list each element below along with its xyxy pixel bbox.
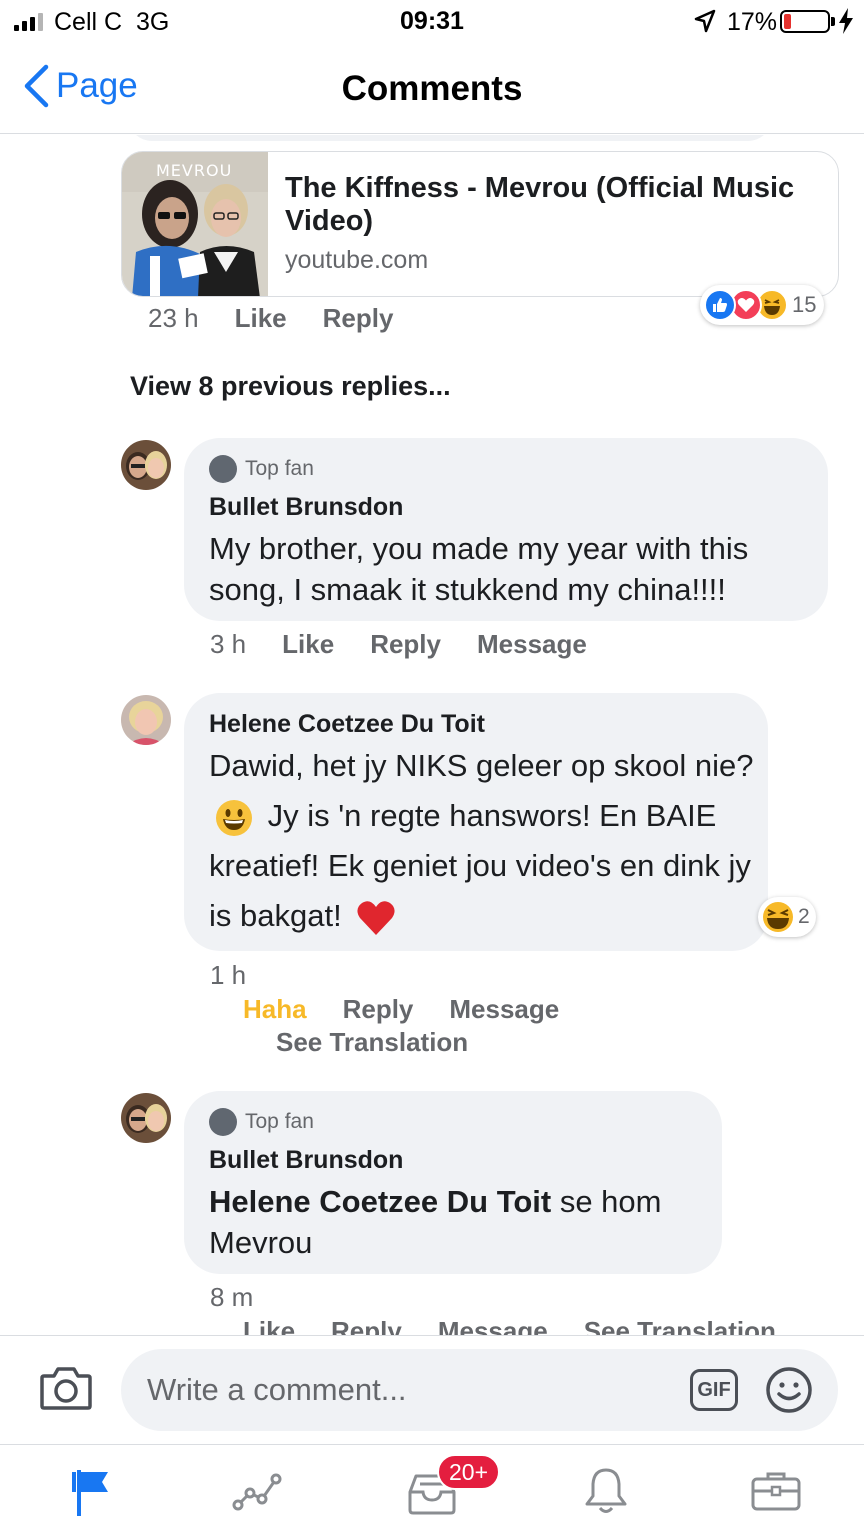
comment-author[interactable]: Bullet Brunsdon [209, 1146, 403, 1175]
navigation-bar: Page Comments [0, 44, 864, 134]
thumbnail-title-text: MEVROU [156, 161, 232, 180]
page-title: Comments [341, 69, 523, 108]
message-button[interactable]: Message [477, 629, 587, 660]
comment-text: Dawid, het jy NIKS geleer op skool nie? … [209, 741, 754, 941]
link-comment-actions: 23 h Like Reply [148, 303, 429, 334]
top-fan-icon [209, 1108, 237, 1136]
previous-comment-bubble [128, 135, 772, 141]
top-fan-badge: Top fan [209, 1108, 314, 1136]
top-fan-badge: Top fan [209, 455, 314, 483]
avatar[interactable] [121, 695, 171, 745]
badge-label: Top fan [245, 1110, 314, 1133]
status-bar: Cell C 3G 09:31 17% [0, 0, 864, 44]
comment-time: 23 h [148, 303, 199, 333]
comment-time-row: 8 m [210, 1282, 289, 1313]
comment-actions: Haha Reply Message [243, 994, 595, 1025]
haha-reaction-button[interactable]: Haha [243, 994, 307, 1025]
insights-icon [232, 1473, 282, 1511]
notifications-bell-icon [585, 1468, 627, 1513]
haha-reaction-icon [763, 902, 793, 932]
comment-text: My brother, you made my year with this s… [209, 531, 749, 607]
see-translation-row: See Translation [276, 1027, 504, 1058]
see-translation-button[interactable]: See Translation [584, 1316, 776, 1335]
comment-actions: 3 h Like Reply Message [210, 629, 623, 660]
like-button[interactable]: Like [243, 1316, 295, 1335]
tab-notifications[interactable] [574, 1463, 638, 1519]
like-button[interactable]: Like [235, 303, 287, 334]
link-domain: youtube.com [285, 246, 429, 274]
message-button[interactable]: Message [449, 994, 559, 1025]
tab-bar: 20+ [0, 1444, 864, 1536]
reactions-summary[interactable]: 15 [700, 285, 825, 325]
see-translation-button[interactable]: See Translation [276, 1027, 468, 1058]
top-fan-icon [209, 455, 237, 483]
view-previous-replies-link[interactable]: View 8 previous replies... [130, 371, 451, 402]
tab-pages[interactable] [58, 1463, 122, 1519]
charging-bolt-icon [839, 8, 853, 34]
avatar[interactable] [121, 440, 171, 490]
reply-button[interactable]: Reply [323, 303, 394, 334]
comment-time: 3 h [210, 629, 247, 659]
comment-reaction-summary[interactable]: 2 [758, 897, 816, 937]
like-reaction-icon [704, 289, 736, 321]
grinning-face-emoji-icon [216, 799, 252, 836]
comment-time-row: 1 h [210, 960, 282, 991]
comment-author[interactable]: Bullet Brunsdon [209, 493, 403, 522]
reaction-count: 15 [792, 292, 817, 317]
gif-button[interactable]: GIF [690, 1369, 738, 1411]
comment-text-part: Jy is 'n regte hanswors! En BAIE kreatie… [209, 798, 751, 933]
tab-tools[interactable] [744, 1463, 808, 1519]
battery-level-fill [784, 14, 791, 29]
emoji-picker-icon[interactable] [765, 1366, 813, 1414]
red-heart-emoji-icon [357, 901, 395, 935]
link-preview-card[interactable]: MEVROU The Kiffness - Mevrou (Official M… [121, 151, 839, 297]
tab-insights[interactable] [226, 1463, 290, 1519]
reply-button[interactable]: Reply [343, 994, 414, 1025]
comment-composer: GIF [0, 1335, 864, 1444]
comments-thread[interactable]: MEVROU The Kiffness - Mevrou (Official M… [0, 135, 864, 1335]
mention-link[interactable]: Helene Coetzee Du Toit [209, 1184, 551, 1219]
pages-flag-icon [72, 1470, 108, 1516]
reaction-count: 2 [798, 905, 810, 928]
comment-author[interactable]: Helene Coetzee Du Toit [209, 710, 485, 739]
reply-button[interactable]: Reply [331, 1316, 402, 1335]
avatar[interactable] [121, 1093, 171, 1143]
message-button[interactable]: Message [438, 1316, 548, 1335]
comment-time: 8 m [210, 1282, 254, 1312]
battery-tip [831, 17, 835, 26]
comment-actions: Like Reply Message See Translation [243, 1316, 812, 1335]
inbox-badge: 20+ [437, 1454, 501, 1490]
like-button[interactable]: Like [282, 629, 334, 660]
comment-text-part: Dawid, het jy NIKS geleer op skool nie? [209, 748, 754, 783]
comment-text: Helene Coetzee Du Toit se hom Mevrou [209, 1181, 709, 1263]
battery-percent: 17% [727, 8, 778, 36]
reply-button[interactable]: Reply [370, 629, 441, 660]
badge-label: Top fan [245, 457, 314, 480]
tools-briefcase-icon [751, 1472, 801, 1511]
comment-time: 1 h [210, 960, 247, 990]
battery-icon [780, 10, 830, 33]
link-title[interactable]: The Kiffness - Mevrou (Official Music Vi… [285, 172, 825, 238]
location-arrow-icon [694, 9, 716, 33]
camera-icon[interactable] [40, 1364, 92, 1410]
video-thumbnail: MEVROU [122, 152, 268, 296]
